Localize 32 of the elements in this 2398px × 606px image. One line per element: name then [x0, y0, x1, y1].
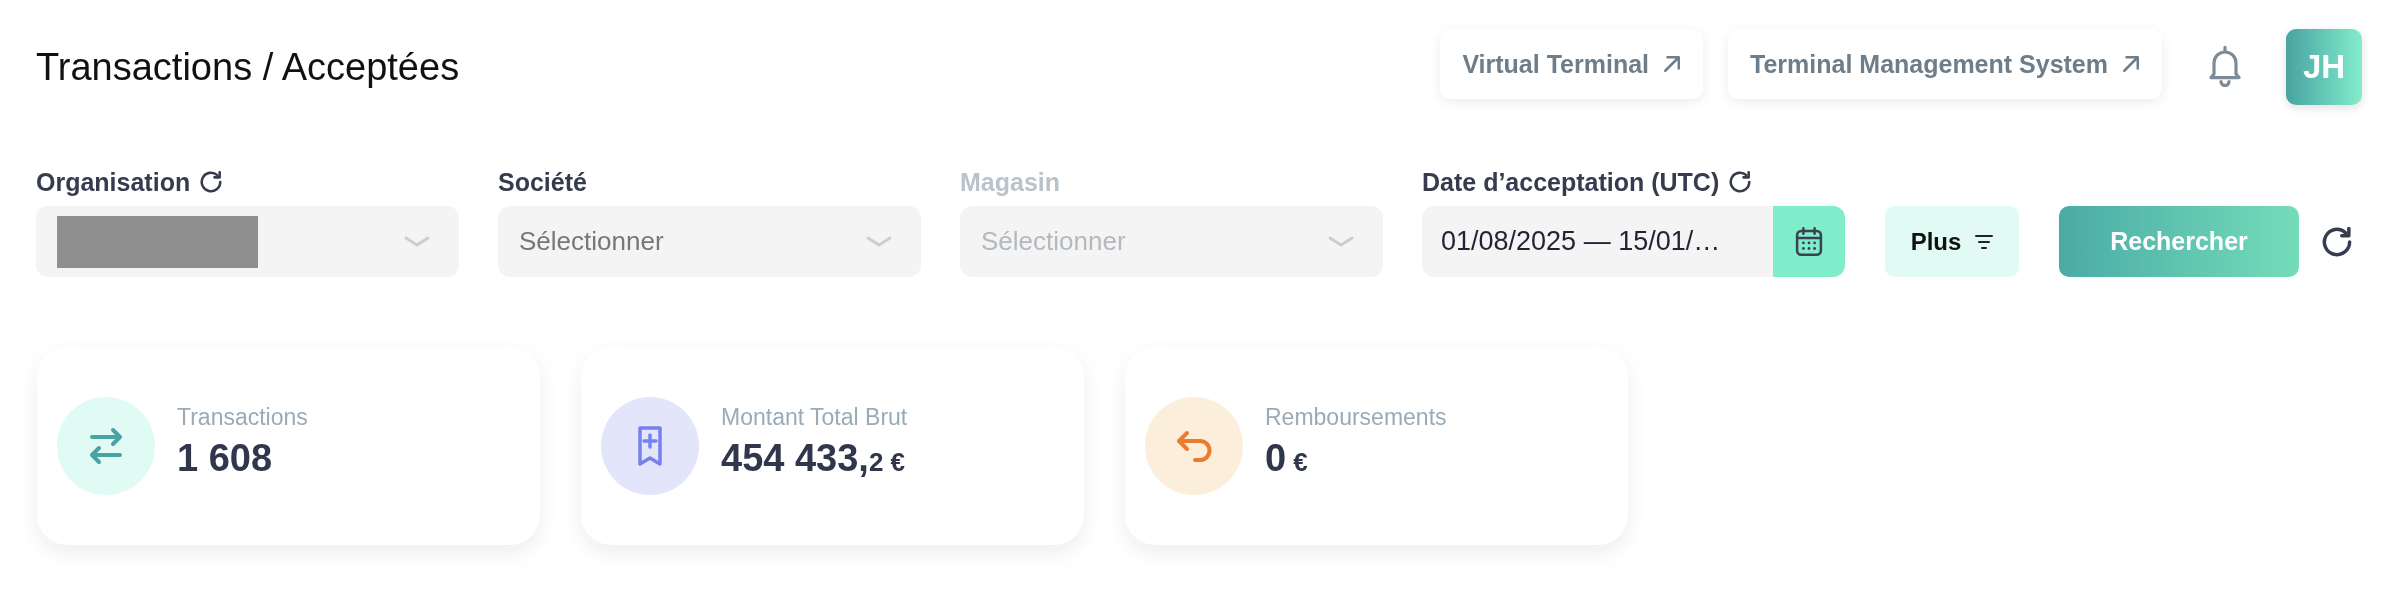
stat-value: 0 €: [1265, 435, 1308, 481]
stat-label: Transactions: [177, 403, 308, 431]
stat-value: 1 608: [177, 435, 273, 481]
select-field[interactable]: [36, 206, 459, 277]
arrow-up-right-icon: [2122, 55, 2140, 73]
refresh-icon[interactable]: [200, 171, 223, 193]
field-label: Magasin: [960, 167, 1061, 197]
refresh-icon[interactable]: [2322, 227, 2352, 257]
bookmark-plus-icon: [601, 397, 699, 495]
stat-label: Montant Total Brut: [721, 403, 908, 431]
more-filters-button[interactable]: Plus: [1885, 206, 2019, 277]
field-label: Organisation: [36, 167, 191, 197]
transfer-arrows-icon: [57, 397, 155, 495]
arrow-up-right-icon: [1663, 55, 1681, 73]
page-title: Transactions / Acceptées: [36, 45, 460, 90]
calendar-button[interactable]: [1773, 206, 1845, 277]
chevron-down-icon: [1327, 234, 1355, 249]
stat-label: Remboursements: [1265, 403, 1447, 431]
field-label: Société: [498, 167, 587, 197]
date-range-field[interactable]: 01/08/2025 — 15/01/…: [1422, 206, 1845, 277]
calendar-icon: [1795, 226, 1823, 257]
refresh-icon[interactable]: [1729, 171, 1752, 193]
external-link[interactable]: Terminal Management System: [1728, 29, 2162, 99]
field-label: Date d’acceptation (UTC): [1422, 167, 1720, 197]
select-field[interactable]: Sélectionner: [498, 206, 921, 277]
filter-icon: [1975, 234, 1994, 249]
stat-value: 454 433,2 €: [721, 435, 905, 481]
search-button[interactable]: Rechercher: [2059, 206, 2299, 277]
external-link[interactable]: Virtual Terminal: [1440, 29, 1703, 99]
chevron-down-icon: [403, 234, 431, 249]
chevron-down-icon: [865, 234, 893, 249]
bell-icon[interactable]: [2206, 43, 2244, 87]
